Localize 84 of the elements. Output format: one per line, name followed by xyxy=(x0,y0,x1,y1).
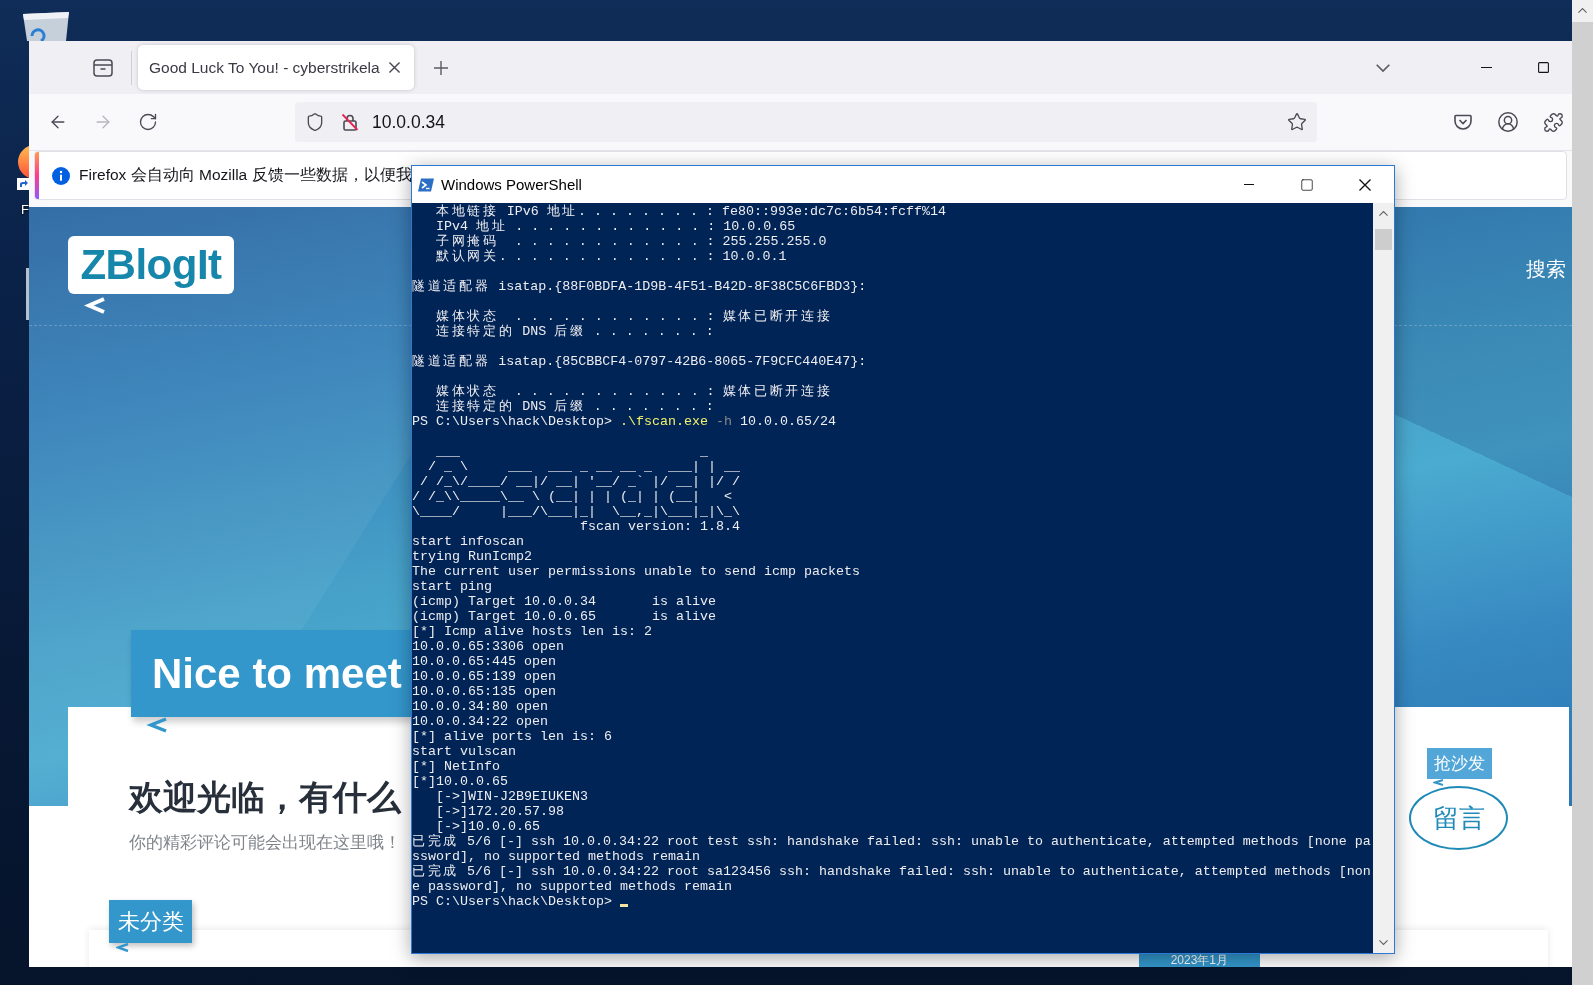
bookmark-button[interactable] xyxy=(1287,112,1307,132)
console-line: / _ \ ___ ___ _ __ __ _ ___| | __ xyxy=(427,459,740,474)
welcome-banner: Nice to meet xyxy=(131,630,412,717)
command-line: PS C:\Users\hack\Desktop> .\fscan.exe -h 10.0.0.65/24 xyxy=(412,414,836,429)
pouch-icon xyxy=(1453,112,1473,132)
console-line: e password], no supported methods remain xyxy=(412,879,732,894)
speech-tail-icon xyxy=(84,296,106,315)
maximize-icon xyxy=(1538,62,1549,73)
console-line: The current user permissions unable to send icmp packets xyxy=(412,564,860,579)
console-line: IPv4 地址 . . . . . . . . . . . . : 10.0.0.65 xyxy=(435,219,796,234)
maximize-icon xyxy=(1300,177,1314,192)
console-line: 10.0.0.34:80 open xyxy=(412,699,548,714)
page-heading: 欢迎光临，有什么 xyxy=(129,777,401,818)
star-icon xyxy=(1287,112,1307,132)
speech-tail-icon xyxy=(116,943,129,952)
browser-tab[interactable]: Good Luck To You! - cyberstrikela xyxy=(138,45,414,90)
console-line: start infoscan xyxy=(412,534,524,549)
console-line: [->]172.20.57.98 xyxy=(435,804,564,819)
url-text[interactable]: 10.0.0.34 xyxy=(372,111,445,133)
console-line: [*] Icmp alive hosts len is: 2 xyxy=(412,624,652,639)
window-title: Windows PowerShell xyxy=(441,176,582,193)
console-line: [->]WIN-J2B9EIUKEN3 xyxy=(435,789,588,804)
scroll-up-icon[interactable] xyxy=(1578,8,1587,13)
minimize-icon xyxy=(1244,184,1254,185)
page-subtitle: 你的精彩评论可能会出现在这里哦！ xyxy=(129,832,401,853)
console-line: ssword], no supported methods remain xyxy=(412,849,700,864)
console-line: start vulscan xyxy=(412,744,516,759)
scroll-up-icon[interactable] xyxy=(1379,211,1388,216)
info-icon xyxy=(52,166,70,185)
recycle-bin-icon[interactable] xyxy=(22,9,70,41)
command-prompt: PS C:\Users\hack\Desktop> xyxy=(412,894,612,909)
console-line: 连接特定的 DNS 后缀 . . . . . . . : xyxy=(435,324,714,339)
console-line: 10.0.0.65:135 open xyxy=(412,684,556,699)
account-icon xyxy=(1497,111,1519,133)
console-line: 10.0.0.65:3306 open xyxy=(412,639,564,654)
reload-icon xyxy=(138,112,158,132)
speech-tail-icon xyxy=(146,717,168,733)
category-tag[interactable]: 未分类 xyxy=(109,900,192,943)
console-line: 媒体状态 . . . . . . . . . . . . : 媒体已断开连接 xyxy=(435,309,833,324)
console-line: 本地链接 IPv6 地址. . . . . . . . : fe80::993e:dc7c:6b54:fcff%14 xyxy=(435,204,946,219)
site-logo[interactable]: ZBlogIt xyxy=(68,236,234,294)
console-line: (icmp) Target 10.0.0.34 is alive xyxy=(412,594,716,609)
minimize-icon xyxy=(1481,67,1492,68)
shield-icon[interactable] xyxy=(305,112,325,132)
scroll-down-icon[interactable] xyxy=(1379,940,1388,945)
vertical-scrollbar[interactable] xyxy=(1373,203,1394,953)
console-line: / /_\/____/ __|/ __| '__/ _` |/ __| |/ / xyxy=(419,474,740,489)
puzzle-icon xyxy=(1542,111,1564,133)
console-line: [*]10.0.0.65 xyxy=(412,774,508,789)
console-line: [*] NetInfo xyxy=(412,759,500,774)
search-link[interactable]: 搜索 xyxy=(1526,257,1566,281)
console-line: fscan version: 1.8.4 xyxy=(578,519,740,534)
chevron-down-icon xyxy=(1376,63,1390,72)
console-line: (icmp) Target 10.0.0.65 is alive xyxy=(412,609,716,624)
plus-icon xyxy=(434,60,448,75)
notification-text: Firefox 会自动向 Mozilla 反馈一些数据，以便我 xyxy=(79,165,412,185)
console-line: 10.0.0.34:22 open xyxy=(412,714,548,729)
console-line: ___ _ xyxy=(435,444,708,459)
console-line: 媒体状态 . . . . . . . . . . . . : 媒体已断开连接 xyxy=(435,384,833,399)
console-line: 子网掩码 . . . . . . . . . . . . : 255.255.255.0 xyxy=(435,234,827,249)
console-line: start ping xyxy=(412,579,492,594)
address-bar[interactable]: 10.0.0.34 xyxy=(295,102,1317,142)
console-line: 连接特定的 DNS 后缀 . . . . . . . : xyxy=(435,399,714,414)
console-line: 已完成 5/6 [-] ssh 10.0.0.34:22 root sa123456 ssh: handshake failed: ssh: unable to authenticate, attempted methods [non xyxy=(412,864,1371,879)
lock-slash-icon[interactable] xyxy=(340,112,360,132)
console-line: 隧道适配器 isatap.{88F0BDFA-1D9B-4F51-B42D-8F38C5C6FBD3}: xyxy=(412,279,867,294)
tab-title[interactable]: Good Luck To You! - cyberstrikela xyxy=(149,58,384,77)
scrollbar-thumb[interactable] xyxy=(1375,229,1392,250)
console-line: trying RunIcmp2 xyxy=(412,549,532,564)
console-line: 隧道适配器 isatap.{85CBBCF4-0797-42B6-8065-7F9CFC440E47}: xyxy=(412,354,867,369)
console-line: 默认网关. . . . . . . . . . . . . : 10.0.0.1 xyxy=(435,249,787,264)
console-line: 10.0.0.65:445 open xyxy=(412,654,556,669)
archive-icon xyxy=(93,57,113,78)
comment-button[interactable]: 留言 xyxy=(1409,786,1508,850)
close-icon xyxy=(388,62,400,73)
terminal-icon xyxy=(418,176,434,193)
console-line: 10.0.0.65:139 open xyxy=(412,669,556,684)
console-line: [->]10.0.0.65 xyxy=(436,819,540,834)
console-line: / /_\\_____\__ \ (__| | | (_| | (__| < xyxy=(412,489,732,504)
console-line: [*] alive ports len is: 6 xyxy=(412,729,612,744)
console-line: \____/ |___/\___|_| \__,_|\___|_|\_\ xyxy=(412,504,740,519)
console-line: 已完成 5/6 [-] ssh 10.0.0.34:22 root test ssh: handshake failed: ssh: unable to authenticate, attempted methods [none pa xyxy=(412,834,1371,849)
desktop-icon-label: F xyxy=(21,202,29,217)
close-icon xyxy=(1359,178,1371,191)
